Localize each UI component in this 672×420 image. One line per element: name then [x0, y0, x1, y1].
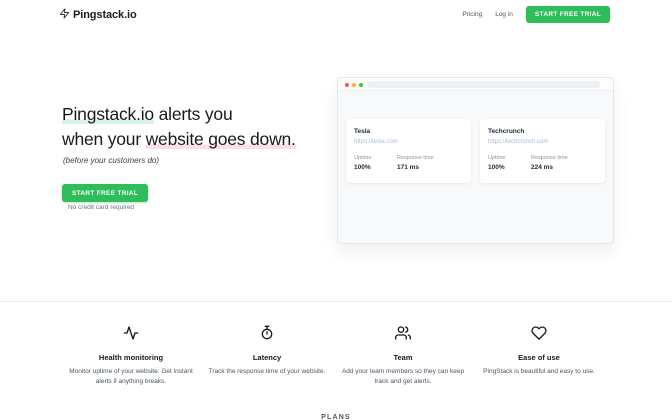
hero-heading-highlight-brand: Pingstack.io: [62, 104, 154, 124]
traffic-light-zoom-icon: [359, 83, 363, 87]
feature-title: Health monitoring: [63, 353, 199, 362]
heart-icon: [471, 325, 607, 346]
brand-name: Pingstack.io: [73, 9, 137, 21]
nav-login-link[interactable]: Log in: [495, 11, 513, 18]
site-name: Tesla: [354, 128, 463, 135]
monitor-card-tesla: Tesla https://tesla.com Uptime 100% Resp…: [346, 119, 471, 183]
site-name: Techcrunch: [488, 128, 597, 135]
nav-links: Pricing Log in START FREE TRIAL: [462, 0, 610, 28]
feature-health-monitoring: Health monitoring Monitor uptime of your…: [63, 325, 199, 386]
feature-description: Track the response time of your website.: [199, 367, 335, 377]
hero-heading-line1-rest: alerts you: [154, 104, 233, 124]
no-credit-card-note: No credit card required: [62, 204, 140, 211]
brand-logo[interactable]: Pingstack.io: [59, 6, 137, 24]
stopwatch-icon: [199, 325, 335, 346]
response-time-value: 224 ms: [531, 164, 574, 171]
traffic-light-minimize-icon: [352, 83, 356, 87]
url-bar: [367, 81, 600, 88]
feature-title: Latency: [199, 353, 335, 362]
hero-start-trial-button[interactable]: START FREE TRIAL: [62, 184, 148, 202]
hero-heading: Pingstack.io alerts you when your website…: [62, 102, 296, 152]
feature-description: PingStack is beautiful and easy to use.: [471, 367, 607, 377]
plans-section-eyebrow: PLANS: [0, 414, 672, 420]
activity-icon: [63, 325, 199, 346]
feature-team: Team Add your team members so they can k…: [335, 325, 471, 386]
response-time-label: Response time: [397, 155, 440, 161]
response-time-stat: Response time 171 ms: [397, 155, 440, 171]
monitor-card-techcrunch: Techcrunch https://techcrunch.com Uptime…: [480, 119, 605, 183]
feature-description: Monitor uptime of your website. Get inst…: [63, 367, 199, 386]
site-url: https://tesla.com: [354, 139, 463, 145]
header-start-trial-button[interactable]: START FREE TRIAL: [526, 6, 610, 23]
hero-subheading: (before your customers do): [63, 156, 159, 165]
response-time-stat: Response time 224 ms: [531, 155, 574, 171]
zap-icon: [59, 6, 70, 24]
browser-titlebar: [338, 78, 613, 91]
feature-ease-of-use: Ease of use PingStack is beautiful and e…: [471, 325, 607, 386]
uptime-stat: Uptime 100%: [488, 155, 531, 171]
uptime-stat: Uptime 100%: [354, 155, 397, 171]
landing-page: Pingstack.io Pricing Log in START FREE T…: [0, 0, 672, 420]
nav-pricing-link[interactable]: Pricing: [462, 11, 482, 18]
uptime-value: 100%: [488, 164, 531, 171]
hero-heading-line2-pre: when your: [62, 129, 146, 149]
browser-mockup: Tesla https://tesla.com Uptime 100% Resp…: [337, 77, 614, 244]
top-nav: Pingstack.io Pricing Log in START FREE T…: [0, 0, 672, 28]
hero-heading-highlight-down: website goes down.: [146, 129, 296, 149]
feature-title: Team: [335, 353, 471, 362]
response-time-label: Response time: [531, 155, 574, 161]
response-time-value: 171 ms: [397, 164, 440, 171]
site-stats: Uptime 100% Response time 171 ms: [354, 155, 463, 171]
site-url: https://techcrunch.com: [488, 139, 597, 145]
section-divider: [0, 301, 672, 302]
traffic-light-close-icon: [345, 83, 349, 87]
users-icon: [335, 325, 471, 346]
feature-description: Add your team members so they can keep t…: [335, 367, 471, 386]
uptime-label: Uptime: [488, 155, 531, 161]
feature-latency: Latency Track the response time of your …: [199, 325, 335, 386]
features-row: Health monitoring Monitor uptime of your…: [63, 325, 607, 386]
uptime-value: 100%: [354, 164, 397, 171]
feature-title: Ease of use: [471, 353, 607, 362]
traffic-lights: [345, 83, 363, 87]
uptime-label: Uptime: [354, 155, 397, 161]
site-stats: Uptime 100% Response time 224 ms: [488, 155, 597, 171]
